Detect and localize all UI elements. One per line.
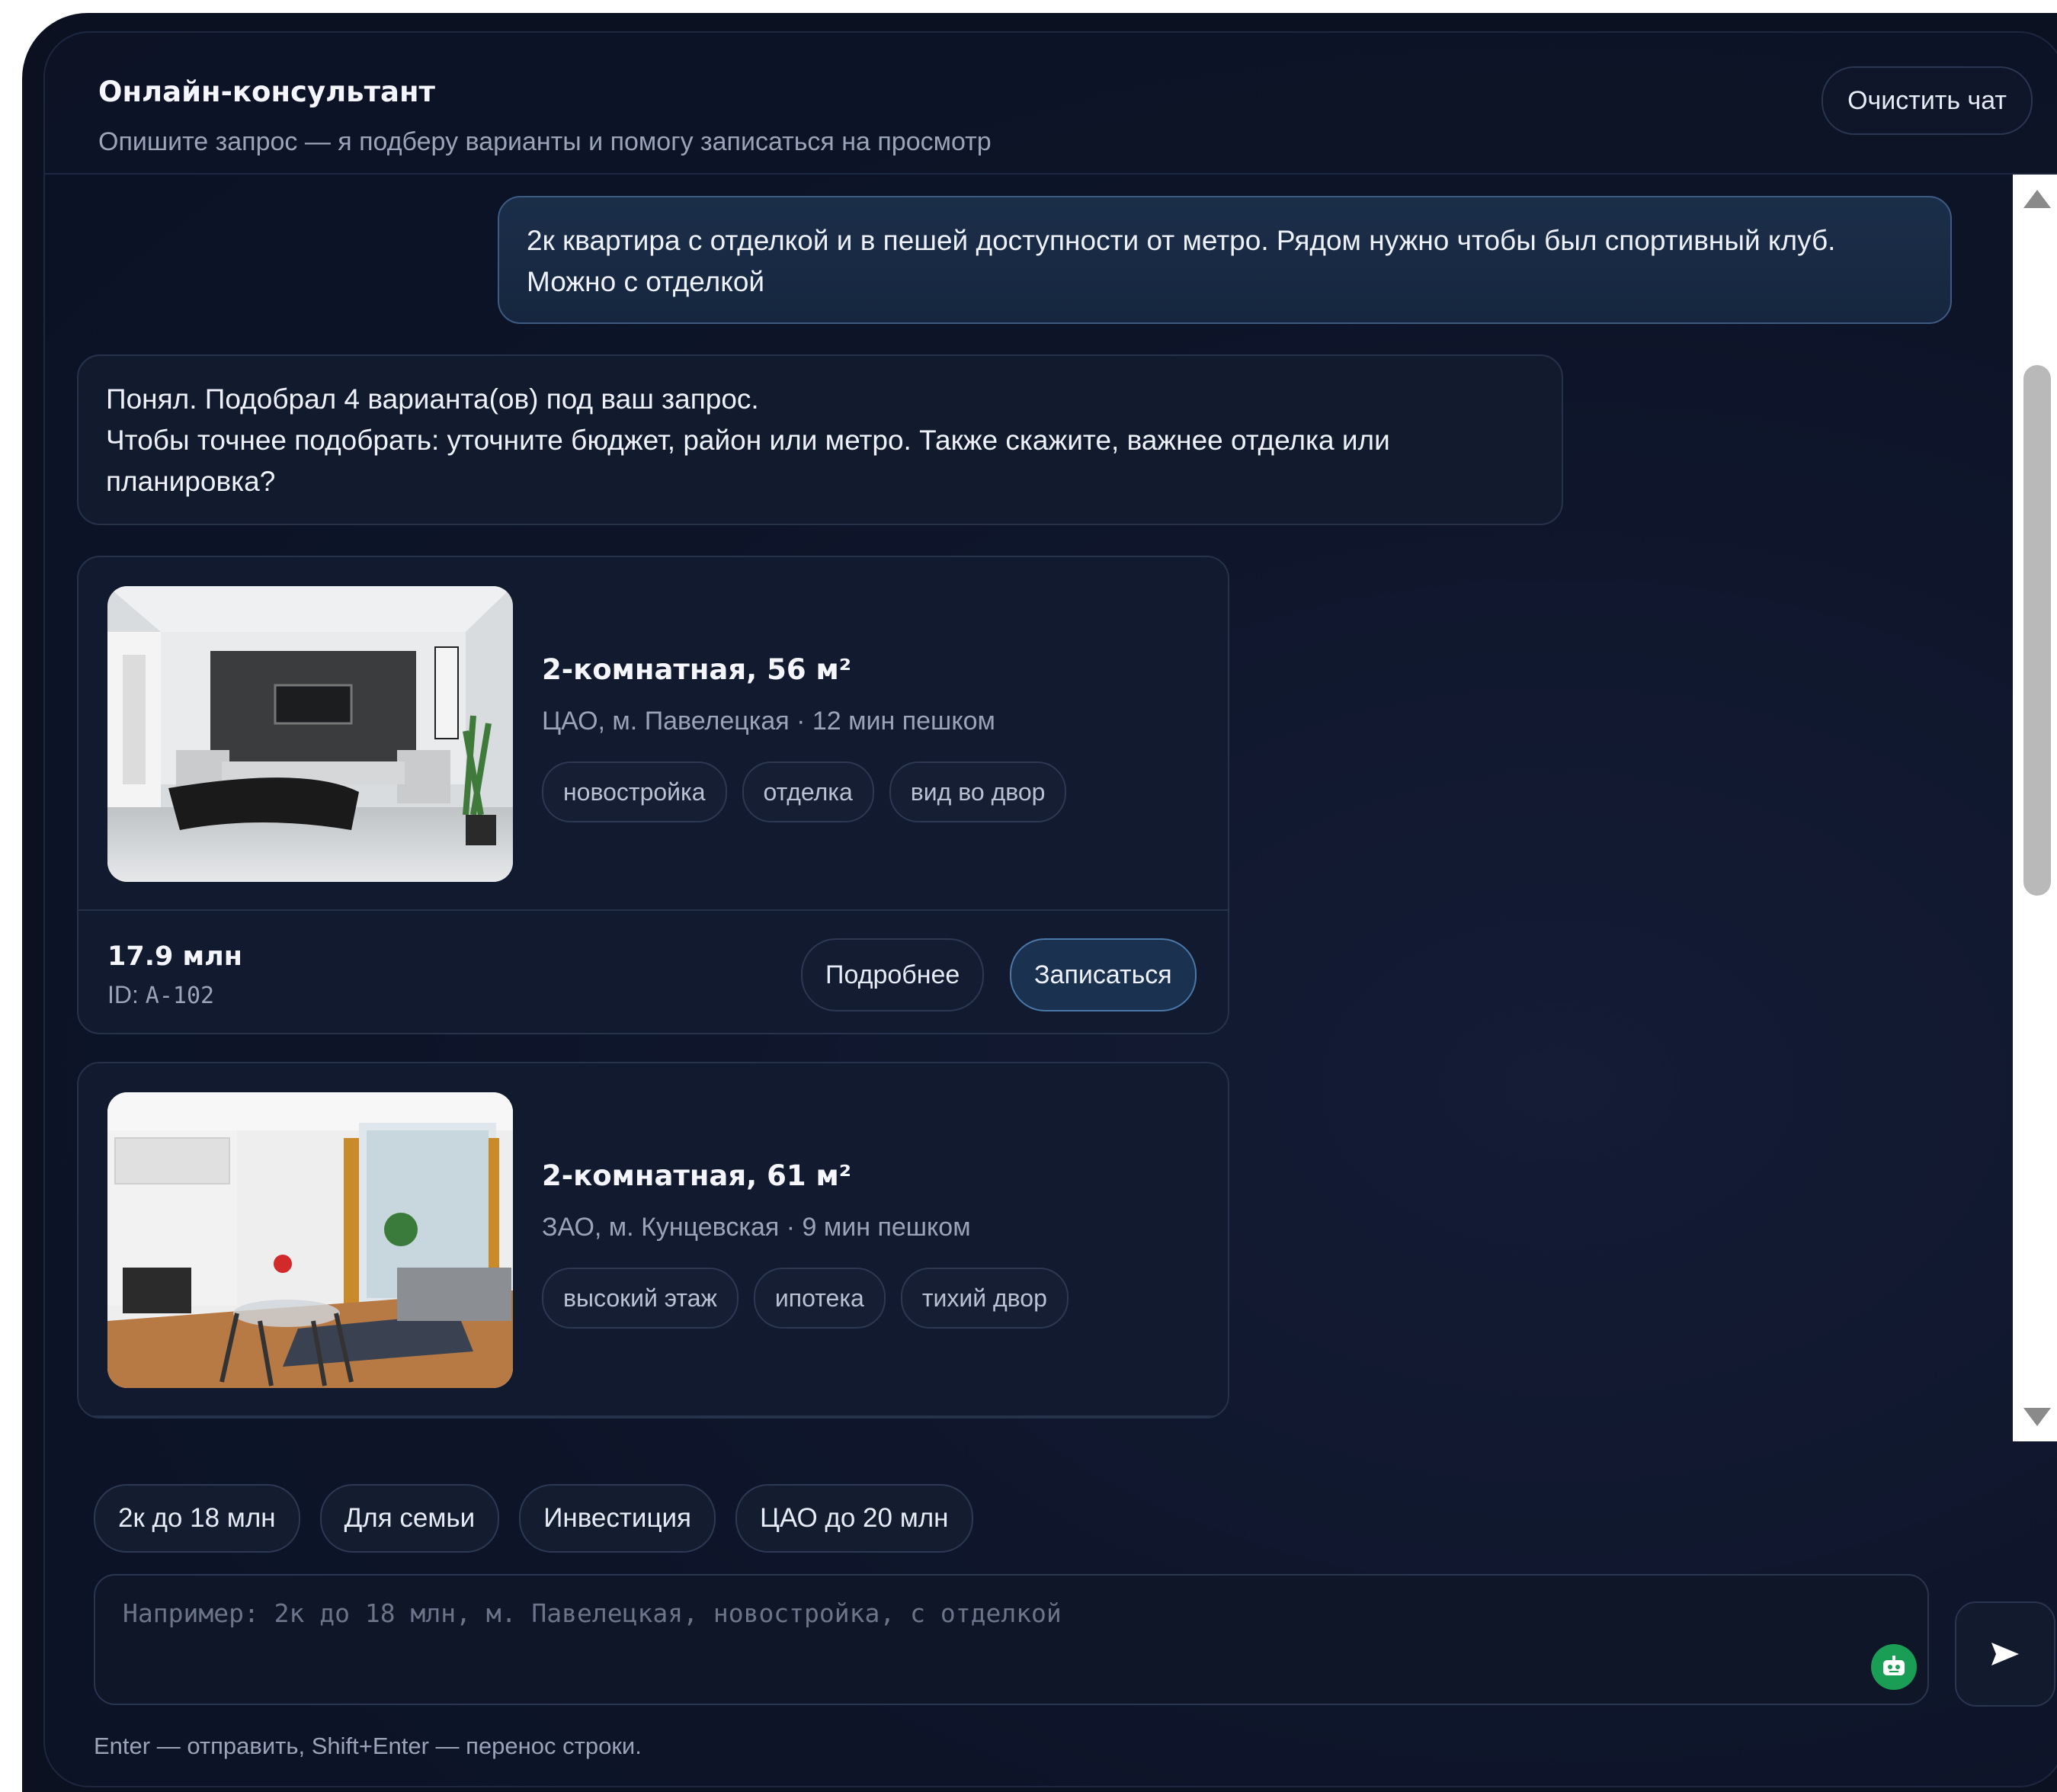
listing-card-body: 2-комнатная, 56 м² ЦАО, м. Павелецкая · … — [78, 557, 1228, 911]
listing-tag: ипотека — [753, 1268, 886, 1329]
chat-header: Онлайн-консультант Опишите запрос — я по… — [45, 33, 2057, 175]
message-input[interactable] — [95, 1576, 1927, 1704]
user-message-line: 2к квартира с отделкой и в пешей доступн… — [527, 225, 1836, 256]
user-message: 2к квартира с отделкой и в пешей доступн… — [498, 196, 1952, 324]
bot-message-line: планировка? — [106, 466, 276, 497]
quick-chip[interactable]: 2к до 18 млн — [94, 1484, 300, 1553]
listing-card: 2-комнатная, 61 м² ЗАО, м. Кунцевская · … — [77, 1062, 1229, 1419]
message-list[interactable]: 2к квартира с отделкой и в пешей доступн… — [45, 175, 2011, 1441]
listing-tag: вид во двор — [889, 761, 1067, 822]
listing-tags: высокий этаж ипотека тихий двор — [542, 1268, 1069, 1329]
quick-chip[interactable]: Инвестиция — [519, 1484, 716, 1553]
bot-message: Понял. Подобрал 4 варианта(ов) под ваш з… — [77, 354, 1563, 525]
listing-id-label: ID: — [107, 981, 139, 1008]
app-frame: Онлайн-консультант Опишите запрос — я по… — [22, 13, 2057, 1792]
listing-id: ID: A-102 — [107, 981, 214, 1009]
quick-chip[interactable]: ЦАО до 20 млн — [735, 1484, 973, 1553]
scrollbar-thumb[interactable] — [2023, 365, 2051, 896]
bot-message-line: Чтобы точнее подобрать: уточните бюджет,… — [106, 425, 1390, 456]
listing-title: 2-комнатная, 56 м² — [542, 653, 851, 686]
send-icon — [1991, 1643, 2019, 1665]
send-button[interactable] — [1955, 1601, 2055, 1707]
quick-chip[interactable]: Для семьи — [319, 1484, 500, 1553]
robot-icon[interactable] — [1871, 1644, 1917, 1690]
message-input-box — [94, 1574, 1929, 1705]
chat-title: Онлайн-консультант — [98, 75, 435, 108]
chevron-up-icon[interactable] — [2023, 190, 2051, 208]
listing-card: 2-комнатная, 56 м² ЦАО, м. Павелецкая · … — [77, 556, 1229, 1034]
listing-card-footer: 17.9 млн ID: A-102 Подробнее Записаться — [78, 911, 1228, 1033]
chat-panel: Онлайн-консультант Опишите запрос — я по… — [43, 31, 2057, 1787]
message-scrollbar[interactable] — [2013, 175, 2057, 1441]
listing-tag: высокий этаж — [542, 1268, 739, 1329]
listing-tags: новостройка отделка вид во двор — [542, 761, 1067, 822]
listing-tag: отделка — [742, 761, 874, 822]
listing-title: 2-комнатная, 61 м² — [542, 1159, 851, 1192]
listing-tag: новостройка — [542, 761, 727, 822]
bot-message-line: Понял. Подобрал 4 варианта(ов) под ваш з… — [106, 383, 759, 415]
chat-subtitle: Опишите запрос — я подберу варианты и по… — [98, 127, 992, 156]
listing-photo — [107, 586, 513, 882]
listing-photo — [107, 1092, 513, 1388]
user-message-line: Можно с отделкой — [527, 266, 765, 297]
composer-hint: Enter — отправить, Shift+Enter — перенос… — [94, 1733, 642, 1759]
listing-tag: тихий двор — [900, 1268, 1069, 1329]
listing-location: ЗАО, м. Кунцевская · 9 мин пешком — [542, 1213, 971, 1242]
details-button[interactable]: Подробнее — [801, 938, 985, 1011]
listing-card-body: 2-комнатная, 61 м² ЗАО, м. Кунцевская · … — [78, 1063, 1228, 1417]
book-viewing-button[interactable]: Записаться — [1010, 938, 1197, 1011]
clear-chat-button[interactable]: Очистить чат — [1822, 66, 2033, 135]
quick-reply-chips: 2к до 18 млн Для семьи Инвестиция ЦАО до… — [94, 1484, 973, 1553]
chevron-down-icon[interactable] — [2023, 1408, 2051, 1426]
listing-price: 17.9 млн — [107, 941, 242, 972]
listing-id-value: A-102 — [145, 983, 215, 1009]
listing-location: ЦАО, м. Павелецкая · 12 мин пешком — [542, 707, 995, 736]
